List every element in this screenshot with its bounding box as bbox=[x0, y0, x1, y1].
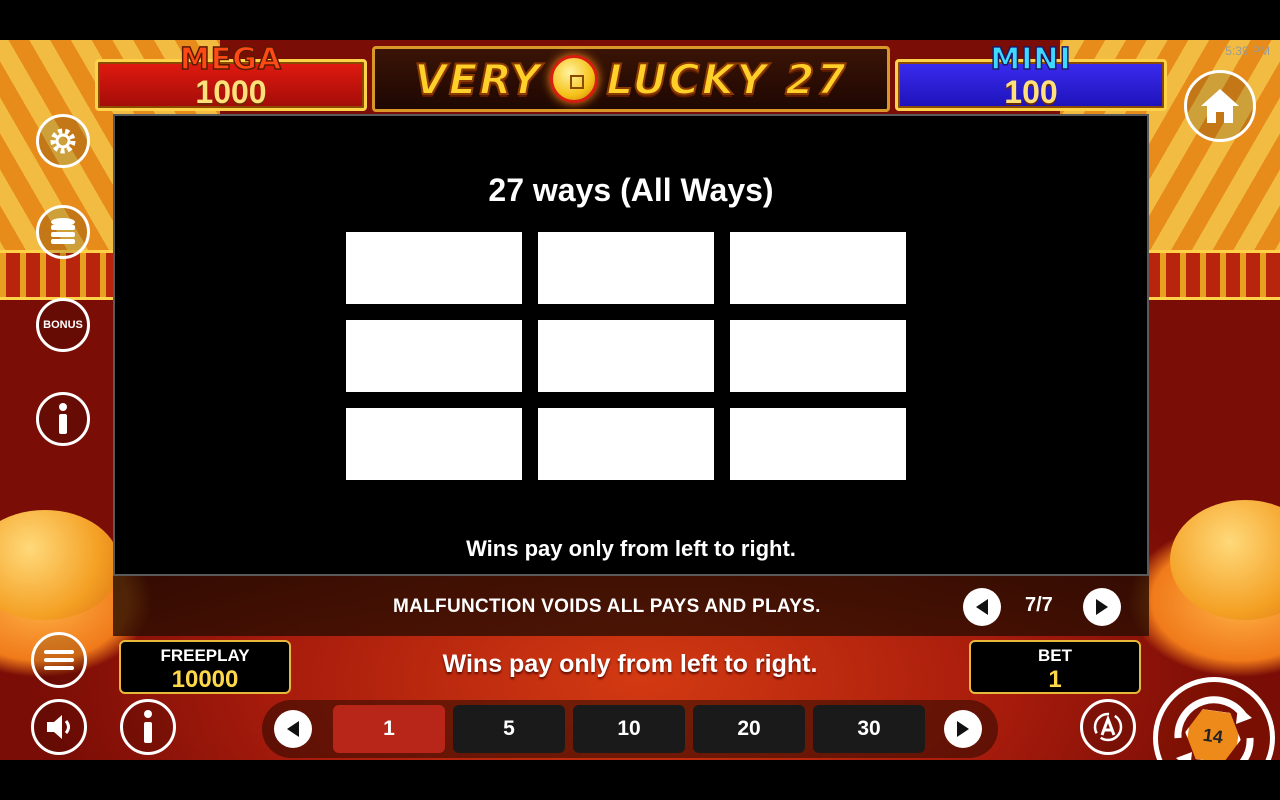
bet-increase-button[interactable] bbox=[944, 710, 982, 748]
grid-cell bbox=[346, 408, 522, 480]
bet-label: BET bbox=[1038, 646, 1072, 665]
mega-jackpot-label: MEGA bbox=[179, 41, 283, 78]
lucky-coin-icon bbox=[550, 55, 599, 103]
info-button[interactable] bbox=[36, 392, 90, 446]
paytable-title: 27 ways (All Ways) bbox=[488, 172, 774, 208]
info-icon bbox=[144, 710, 152, 743]
grid-cell bbox=[730, 232, 906, 304]
coins-button[interactable] bbox=[36, 205, 90, 259]
coin-stack-icon bbox=[51, 218, 75, 244]
prev-page-button[interactable] bbox=[963, 588, 1001, 626]
bet-decrease-button[interactable] bbox=[274, 710, 312, 748]
game-title-word-1: VERY bbox=[413, 54, 543, 105]
settings-button[interactable] bbox=[36, 114, 90, 168]
game-info-button[interactable] bbox=[120, 699, 176, 755]
autoplay-icon bbox=[1093, 712, 1123, 742]
bet-selector: 1 5 10 20 30 bbox=[262, 700, 998, 758]
grid-cell bbox=[538, 320, 714, 392]
next-page-button[interactable] bbox=[1083, 588, 1121, 626]
page-indicator: 7/7 bbox=[1025, 594, 1053, 616]
freeplay-label: FREEPLAY bbox=[160, 646, 250, 665]
grid-cell bbox=[730, 408, 906, 480]
grid-cell bbox=[346, 320, 522, 392]
grid-cell bbox=[538, 408, 714, 480]
info-icon bbox=[59, 403, 67, 434]
bet-option-1[interactable]: 1 bbox=[333, 705, 445, 753]
bet-option-5[interactable]: 5 bbox=[453, 705, 565, 753]
freeplay-value: 10000 bbox=[171, 666, 239, 693]
grid-cell bbox=[346, 232, 522, 304]
bonus-button[interactable]: BONUS bbox=[36, 298, 90, 352]
decor-cloud bbox=[0, 510, 120, 620]
mini-jackpot: MINI 100 bbox=[895, 41, 1167, 111]
bet-display: BET 1 bbox=[969, 640, 1141, 694]
bet-option-20[interactable]: 20 bbox=[693, 705, 805, 753]
paytable-footer: Wins pay only from left to right. bbox=[466, 536, 796, 561]
mega-jackpot: MEGA 1000 bbox=[95, 41, 367, 111]
triangle-right-icon bbox=[957, 721, 969, 737]
hamburger-icon bbox=[44, 650, 74, 670]
triangle-right-icon bbox=[1096, 599, 1108, 615]
status-message: Wins pay only from left to right. bbox=[442, 650, 818, 678]
bet-value: 1 bbox=[1048, 666, 1062, 693]
triangle-left-icon bbox=[287, 721, 299, 737]
mega-jackpot-value: 1000 bbox=[195, 74, 267, 110]
menu-button[interactable] bbox=[31, 632, 87, 688]
malfunction-disclaimer: MALFUNCTION VOIDS ALL PAYS AND PLAYS. bbox=[393, 596, 821, 617]
status-clock: 5:39 PM bbox=[1225, 44, 1270, 58]
bottom-black-bar bbox=[0, 760, 1280, 800]
mini-jackpot-label: MINI bbox=[990, 41, 1072, 78]
triangle-left-icon bbox=[976, 599, 988, 615]
home-button[interactable] bbox=[1184, 70, 1256, 142]
freeplay-credits: FREEPLAY 10000 bbox=[119, 640, 291, 694]
bonus-dollar-icon: BONUS bbox=[43, 319, 83, 331]
ways-grid bbox=[346, 232, 906, 482]
top-black-bar bbox=[0, 0, 1280, 40]
grid-cell bbox=[730, 320, 906, 392]
grid-cell bbox=[538, 232, 714, 304]
game-title-word-2: LUCKY 27 bbox=[605, 54, 848, 105]
gear-icon bbox=[50, 128, 76, 154]
speaker-icon bbox=[47, 715, 70, 739]
decor-cloud bbox=[1170, 500, 1280, 620]
home-icon bbox=[1201, 89, 1239, 123]
paytable-pager: MALFUNCTION VOIDS ALL PAYS AND PLAYS. 7/… bbox=[113, 576, 1149, 636]
game-title: VERY LUCKY 27 bbox=[372, 46, 890, 112]
paytable-panel: 27 ways (All Ways) Wins pay only from le… bbox=[113, 114, 1149, 576]
bet-option-10[interactable]: 10 bbox=[573, 705, 685, 753]
sound-button[interactable] bbox=[31, 699, 87, 755]
mini-jackpot-value: 100 bbox=[1004, 74, 1058, 110]
bet-option-30[interactable]: 30 bbox=[813, 705, 925, 753]
autoplay-button[interactable] bbox=[1080, 699, 1136, 755]
game-scene: 5:39 PM MEGA 1000 VERY LUCKY 27 MINI 100… bbox=[0, 40, 1280, 760]
